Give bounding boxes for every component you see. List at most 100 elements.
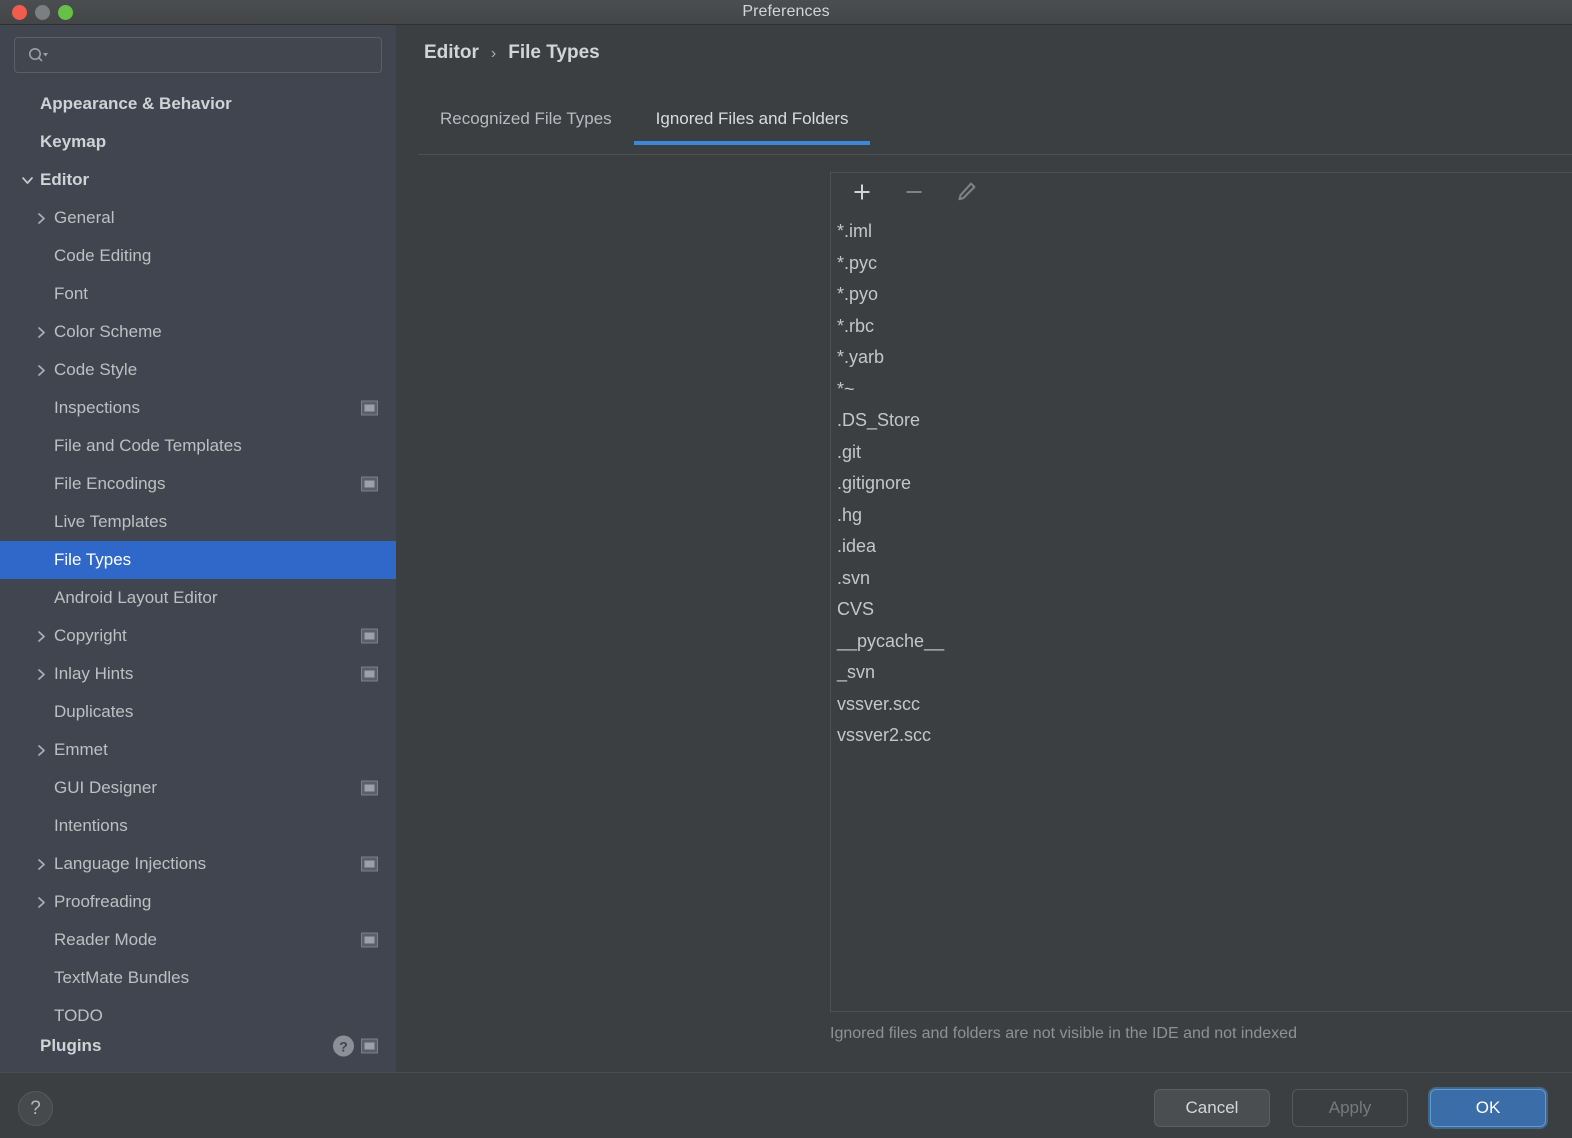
sidebar-item-label: Proofreading <box>54 892 152 911</box>
sidebar-item-color-scheme[interactable]: Color Scheme <box>0 313 396 351</box>
remove-button[interactable] <box>897 178 931 206</box>
tab-ignored-files-and-folders[interactable]: Ignored Files and Folders <box>633 103 871 145</box>
ignored-list-item[interactable]: vssver2.scc <box>831 720 1572 752</box>
sidebar-item-gui-designer[interactable]: GUI Designer <box>0 769 396 807</box>
sidebar-item-label: Editor <box>40 170 90 189</box>
sidebar-item-live-templates[interactable]: Live Templates <box>0 503 396 541</box>
ignored-list-item[interactable]: *.pyc <box>831 248 1572 280</box>
apply-button[interactable]: Apply <box>1292 1089 1408 1127</box>
sidebar-item-label: Reader Mode <box>54 930 158 949</box>
ignored-list-item[interactable]: *.pyo <box>831 279 1572 311</box>
sidebar-item-label: Code Style <box>54 360 138 379</box>
sidebar-item-label: Live Templates <box>54 512 168 531</box>
sidebar-item-proofreading[interactable]: Proofreading <box>0 883 396 921</box>
sidebar-item-duplicates[interactable]: Duplicates <box>0 693 396 731</box>
sidebar-item-code-editing[interactable]: Code Editing <box>0 237 396 275</box>
sidebar-item-label: File and Code Templates <box>54 436 242 455</box>
sidebar-item-label: File Types <box>54 550 132 569</box>
project-scope-badge-icon <box>361 476 378 492</box>
tab-bar: Recognized File Types Ignored Files and F… <box>418 103 1572 155</box>
add-button[interactable] <box>845 178 879 206</box>
chevron-right-icon[interactable] <box>28 326 54 339</box>
breadcrumb-separator-icon: › <box>490 45 497 62</box>
ignored-list-item[interactable]: __pycache__ <box>831 626 1572 658</box>
sidebar-item-appearance-behavior[interactable]: Appearance & Behavior <box>0 85 396 123</box>
project-scope-badge-icon <box>361 780 378 796</box>
sidebar-item-todo[interactable]: TODO <box>0 997 396 1035</box>
sidebar-item-label: Intentions <box>54 816 128 835</box>
ignored-list-item[interactable]: *.rbc <box>831 311 1572 343</box>
project-scope-badge-icon <box>361 666 378 682</box>
ignored-list-item[interactable]: _svn <box>831 657 1572 689</box>
ignored-list-item[interactable]: *~ <box>831 374 1572 406</box>
breadcrumb: Editor › File Types <box>424 42 600 64</box>
ignored-list-item[interactable]: .git <box>831 437 1572 469</box>
ignored-list-item[interactable]: vssver.scc <box>831 689 1572 721</box>
ignored-list-item[interactable]: .hg <box>831 500 1572 532</box>
sidebar-item-label: Appearance & Behavior <box>40 94 232 113</box>
sidebar-item-textmate-bundles[interactable]: TextMate Bundles <box>0 959 396 997</box>
tab-bar-divider <box>418 154 1572 155</box>
dialog-footer: ? Cancel Apply OK <box>0 1072 1572 1138</box>
close-button[interactable] <box>12 5 27 20</box>
settings-tree: Appearance & Behavior Keymap Editor General… <box>0 83 396 1057</box>
chevron-right-icon[interactable] <box>28 668 54 681</box>
sidebar-item-copyright[interactable]: Copyright <box>0 617 396 655</box>
sidebar-item-inlay-hints[interactable]: Inlay Hints <box>0 655 396 693</box>
search-box[interactable] <box>14 37 382 73</box>
project-scope-badge-icon <box>361 628 378 644</box>
sidebar-item-keymap[interactable]: Keymap <box>0 123 396 161</box>
sidebar-item-label: GUI Designer <box>54 778 157 797</box>
settings-content: Editor › File Types Recognized File Type… <box>396 25 1572 1072</box>
sidebar-item-file-types[interactable]: File Types <box>0 541 396 579</box>
sidebar-item-label: Duplicates <box>54 702 134 721</box>
chevron-right-icon[interactable] <box>28 212 54 225</box>
sidebar-item-code-style[interactable]: Code Style <box>0 351 396 389</box>
sidebar-item-label: File Encodings <box>54 474 166 493</box>
ignored-files-list[interactable]: *.iml *.pyc *.pyo *.rbc *.yarb *~ .DS_Store .gi… <box>830 210 1572 1012</box>
chevron-right-icon[interactable] <box>28 630 54 643</box>
chevron-right-icon[interactable] <box>28 858 54 871</box>
sidebar-item-language-injections[interactable]: Language Injections <box>0 845 396 883</box>
sidebar-item-reader-mode[interactable]: Reader Mode <box>0 921 396 959</box>
chevron-right-icon[interactable] <box>28 364 54 377</box>
ignored-list-item[interactable]: *.yarb <box>831 342 1572 374</box>
cancel-button[interactable]: Cancel <box>1154 1089 1270 1127</box>
sidebar-item-file-and-code-templates[interactable]: File and Code Templates <box>0 427 396 465</box>
zoom-button[interactable] <box>58 5 73 20</box>
sidebar-item-label: Color Scheme <box>54 322 162 341</box>
window-controls[interactable] <box>12 0 73 25</box>
ignored-list-item[interactable]: .DS_Store <box>831 405 1572 437</box>
sidebar-item-inspections[interactable]: Inspections <box>0 389 396 427</box>
breadcrumb-current: File Types <box>508 42 600 63</box>
sidebar-item-plugins[interactable]: Plugins? <box>0 1035 396 1057</box>
sidebar-item-intentions[interactable]: Intentions <box>0 807 396 845</box>
settings-sidebar: Appearance & Behavior Keymap Editor General… <box>0 25 396 1072</box>
breadcrumb-root[interactable]: Editor <box>424 42 479 64</box>
ignored-list-item[interactable]: .idea <box>831 531 1572 563</box>
sidebar-item-general[interactable]: General <box>0 199 396 237</box>
sidebar-item-label: Code Editing <box>54 246 152 265</box>
ignored-list-item[interactable]: .svn <box>831 563 1572 595</box>
sidebar-item-font[interactable]: Font <box>0 275 396 313</box>
tab-recognized-file-types[interactable]: Recognized File Types <box>418 103 634 145</box>
sidebar-item-emmet[interactable]: Emmet <box>0 731 396 769</box>
ignored-list-item[interactable]: .gitignore <box>831 468 1572 500</box>
minimize-button[interactable] <box>35 5 50 20</box>
help-button[interactable]: ? <box>18 1091 53 1126</box>
sidebar-item-label: Inlay Hints <box>54 664 134 683</box>
edit-pencil-icon[interactable] <box>949 178 983 206</box>
ignored-list-item[interactable]: *.iml <box>831 216 1572 248</box>
list-toolbar <box>830 172 1572 210</box>
chevron-down-icon[interactable] <box>14 174 40 187</box>
search-input[interactable] <box>49 46 381 64</box>
chevron-right-icon[interactable] <box>28 744 54 757</box>
ignored-list-item[interactable]: CVS <box>831 594 1572 626</box>
sidebar-item-file-encodings[interactable]: File Encodings <box>0 465 396 503</box>
search-icon <box>27 46 49 64</box>
ok-button[interactable]: OK <box>1430 1089 1546 1127</box>
chevron-right-icon[interactable] <box>28 896 54 909</box>
search-container <box>0 25 396 83</box>
sidebar-item-android-layout-editor[interactable]: Android Layout Editor <box>0 579 396 617</box>
sidebar-item-editor[interactable]: Editor <box>0 161 396 199</box>
